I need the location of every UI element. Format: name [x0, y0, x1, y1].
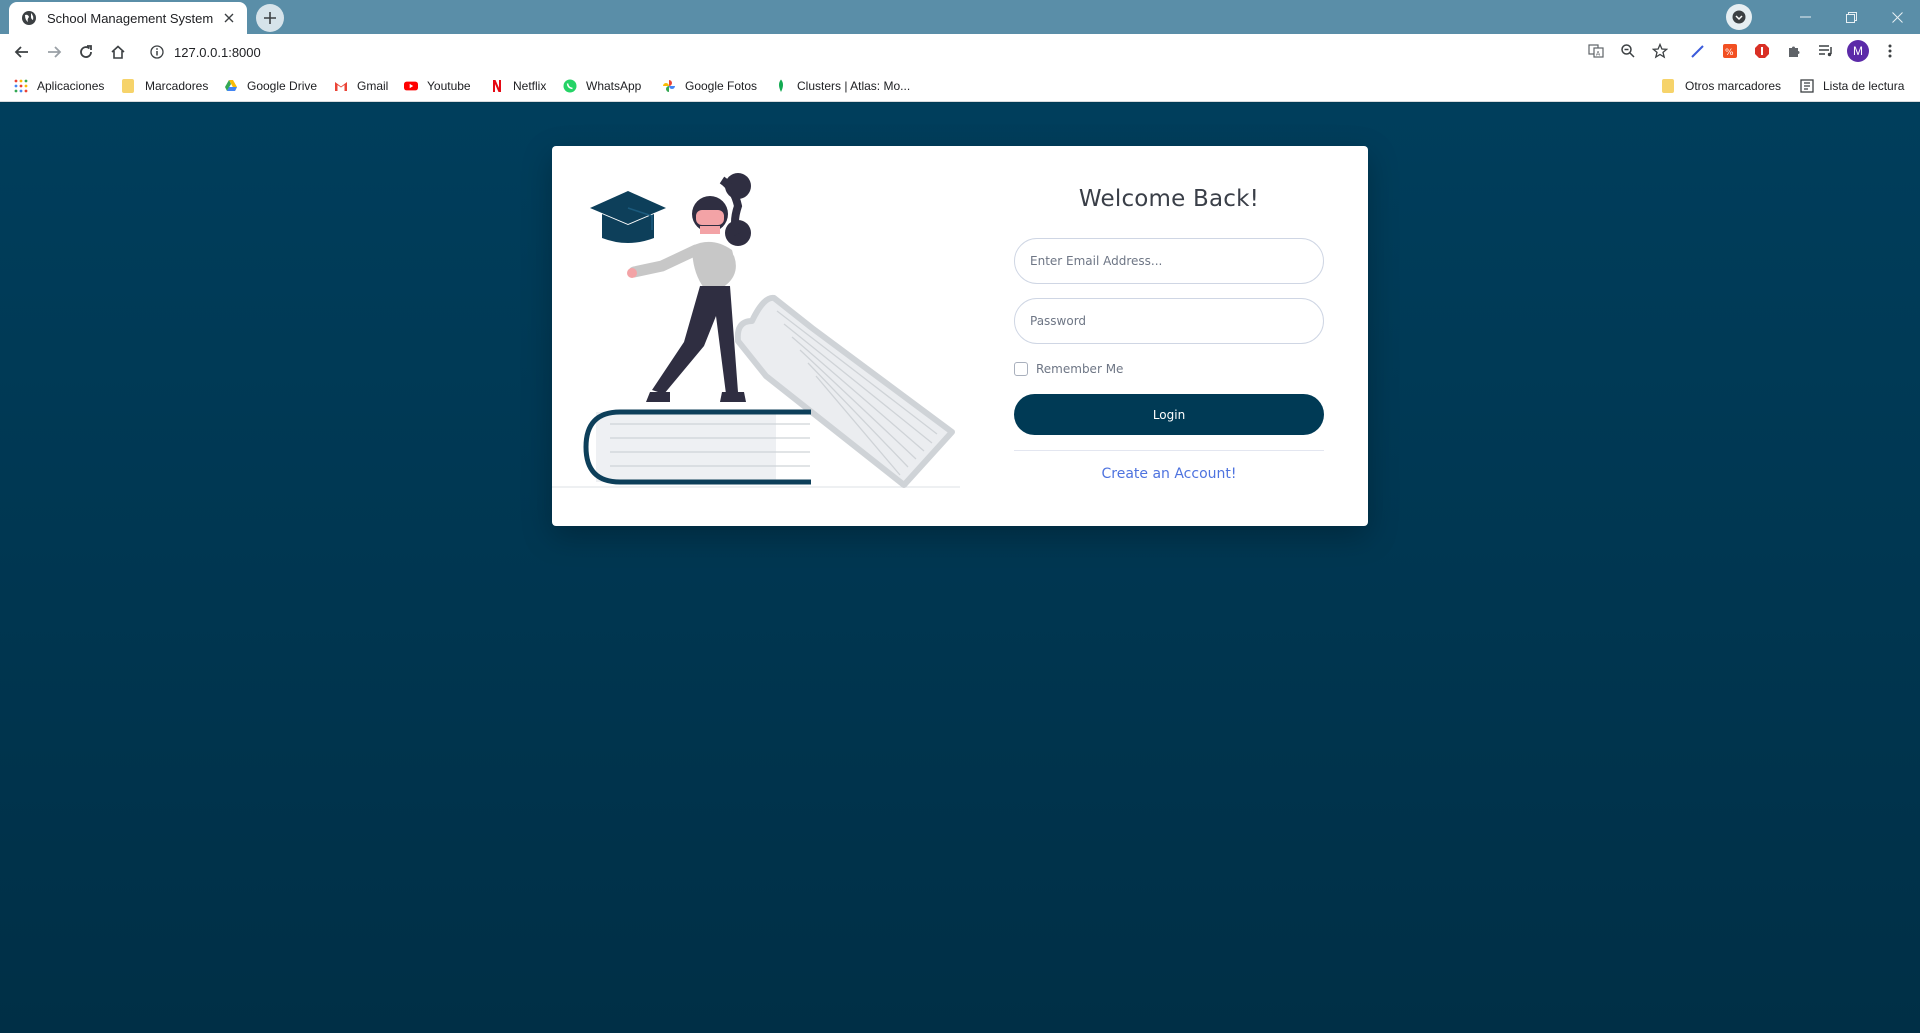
back-button[interactable] [6, 36, 38, 68]
bookmark-label: WhatsApp [586, 78, 642, 93]
gmail-icon [334, 79, 348, 93]
bookmark-youtube[interactable]: Youtube [404, 69, 471, 102]
folder-icon [122, 78, 136, 93]
close-tab-icon[interactable] [221, 10, 237, 26]
close-icon [1891, 11, 1903, 23]
login-form: Welcome Back! Remember Me Login Create a… [1014, 186, 1324, 482]
bookmark-marcadores[interactable]: Marcadores [122, 69, 208, 102]
bookmark-whatsapp[interactable]: WhatsApp [563, 69, 641, 102]
browser-tab[interactable]: School Management System [9, 2, 247, 34]
login-card: Welcome Back! Remember Me Login Create a… [552, 146, 1368, 526]
plus-icon [264, 12, 276, 24]
translate-icon: A [1588, 44, 1604, 58]
remember-me-label[interactable]: Remember Me [1036, 362, 1123, 376]
folder-icon [1662, 78, 1676, 93]
chevron-down-icon [1732, 10, 1746, 24]
netflix-icon [490, 79, 504, 93]
graduation-cap-icon [590, 191, 666, 243]
bookmark-label: Youtube [427, 78, 471, 93]
new-tab-button[interactable] [256, 4, 284, 32]
discount-tag-icon: % [1723, 44, 1737, 58]
extensions-button[interactable] [1778, 35, 1810, 67]
restore-icon [1845, 11, 1857, 23]
password-input[interactable] [1014, 298, 1324, 344]
home-button[interactable] [102, 36, 134, 68]
star-icon [1652, 43, 1668, 59]
bookmark-label: Gmail [357, 78, 389, 93]
browser-tab-strip: School Management System [0, 0, 1920, 34]
remember-me: Remember Me [1014, 362, 1324, 376]
lying-book-icon [583, 409, 811, 485]
login-button[interactable]: Login [1014, 394, 1324, 435]
minimize-icon [1799, 16, 1811, 18]
browser-toolbar: 127.0.0.1:8000 A % M [0, 34, 1920, 69]
bookmark-label: Marcadores [145, 78, 209, 93]
create-account-link[interactable]: Create an Account! [1014, 466, 1324, 482]
extension-discount-button[interactable]: % [1714, 35, 1746, 67]
reading-list-button[interactable]: Lista de lectura [1800, 69, 1904, 102]
arrow-right-icon [48, 45, 62, 58]
google-photos-icon [662, 79, 676, 93]
bookmark-netflix[interactable]: Netflix [490, 69, 546, 102]
tab-title: School Management System [47, 10, 214, 26]
youtube-icon [404, 79, 418, 93]
info-icon[interactable] [150, 45, 164, 59]
playlist-icon [1819, 45, 1832, 57]
student-illustration [552, 146, 960, 526]
close-window-button[interactable] [1874, 0, 1920, 34]
arrow-left-icon [14, 45, 28, 58]
bookmark-label: Google Fotos [685, 78, 758, 93]
bookmark-google-fotos[interactable]: Google Fotos [662, 69, 757, 102]
minimize-window-button[interactable] [1782, 0, 1828, 34]
avatar: M [1847, 40, 1869, 62]
bookmarks-bar: Aplicaciones Marcadores Google Drive Gma… [0, 69, 1920, 102]
other-bookmarks-label: Otros marcadores [1685, 78, 1782, 93]
bookmark-label: Aplicaciones [37, 78, 105, 93]
pen-icon [1691, 45, 1704, 58]
bookmark-label: Clusters | Atlas: Mo... [797, 78, 911, 93]
zoom-button[interactable] [1612, 35, 1644, 67]
browser-menu-button[interactable] [1874, 35, 1906, 67]
bookmark-label: Google Drive [247, 78, 318, 93]
svg-text:%: % [1725, 48, 1734, 58]
restore-window-button[interactable] [1828, 0, 1874, 34]
remember-me-checkbox[interactable] [1014, 362, 1028, 376]
translate-button[interactable]: A [1580, 35, 1612, 67]
apps-grid-icon [14, 79, 28, 93]
other-bookmarks-folder[interactable]: Otros marcadores [1662, 69, 1781, 102]
stop-hand-icon [1755, 44, 1769, 58]
welcome-heading: Welcome Back! [1078, 186, 1260, 212]
reload-icon [80, 44, 92, 58]
reading-list-icon [1800, 78, 1814, 93]
address-bar[interactable]: 127.0.0.1:8000 [140, 37, 1580, 67]
reading-list-label: Lista de lectura [1823, 78, 1905, 93]
puzzle-icon [1789, 46, 1800, 57]
reload-button[interactable] [70, 36, 102, 68]
url-text[interactable]: 127.0.0.1:8000 [174, 45, 261, 60]
tab-search-button[interactable] [1726, 4, 1752, 30]
email-input[interactable] [1014, 238, 1324, 284]
profile-button[interactable]: M [1842, 35, 1874, 67]
bookmark-gmail[interactable]: Gmail [334, 69, 388, 102]
divider [1014, 450, 1324, 451]
home-icon [111, 44, 125, 59]
whatsapp-icon [563, 79, 577, 93]
mongodb-leaf-icon [774, 79, 788, 93]
bookmark-clusters-atlas[interactable]: Clusters | Atlas: Mo... [774, 69, 910, 102]
media-control-button[interactable] [1810, 35, 1842, 67]
page-background: Welcome Back! Remember Me Login Create a… [0, 103, 1920, 1033]
google-drive-icon [224, 79, 238, 93]
kebab-menu-icon [1888, 44, 1892, 58]
bookmark-aplicaciones[interactable]: Aplicaciones [14, 69, 104, 102]
globe-icon [21, 10, 37, 26]
forward-button[interactable] [38, 36, 70, 68]
bookmark-label: Netflix [513, 78, 547, 93]
extension-adblock-button[interactable] [1746, 35, 1778, 67]
extension-pen-button[interactable] [1682, 35, 1714, 67]
zoom-out-icon [1621, 44, 1635, 58]
bookmark-google-drive[interactable]: Google Drive [224, 69, 317, 102]
bookmark-star-button[interactable] [1644, 35, 1676, 67]
